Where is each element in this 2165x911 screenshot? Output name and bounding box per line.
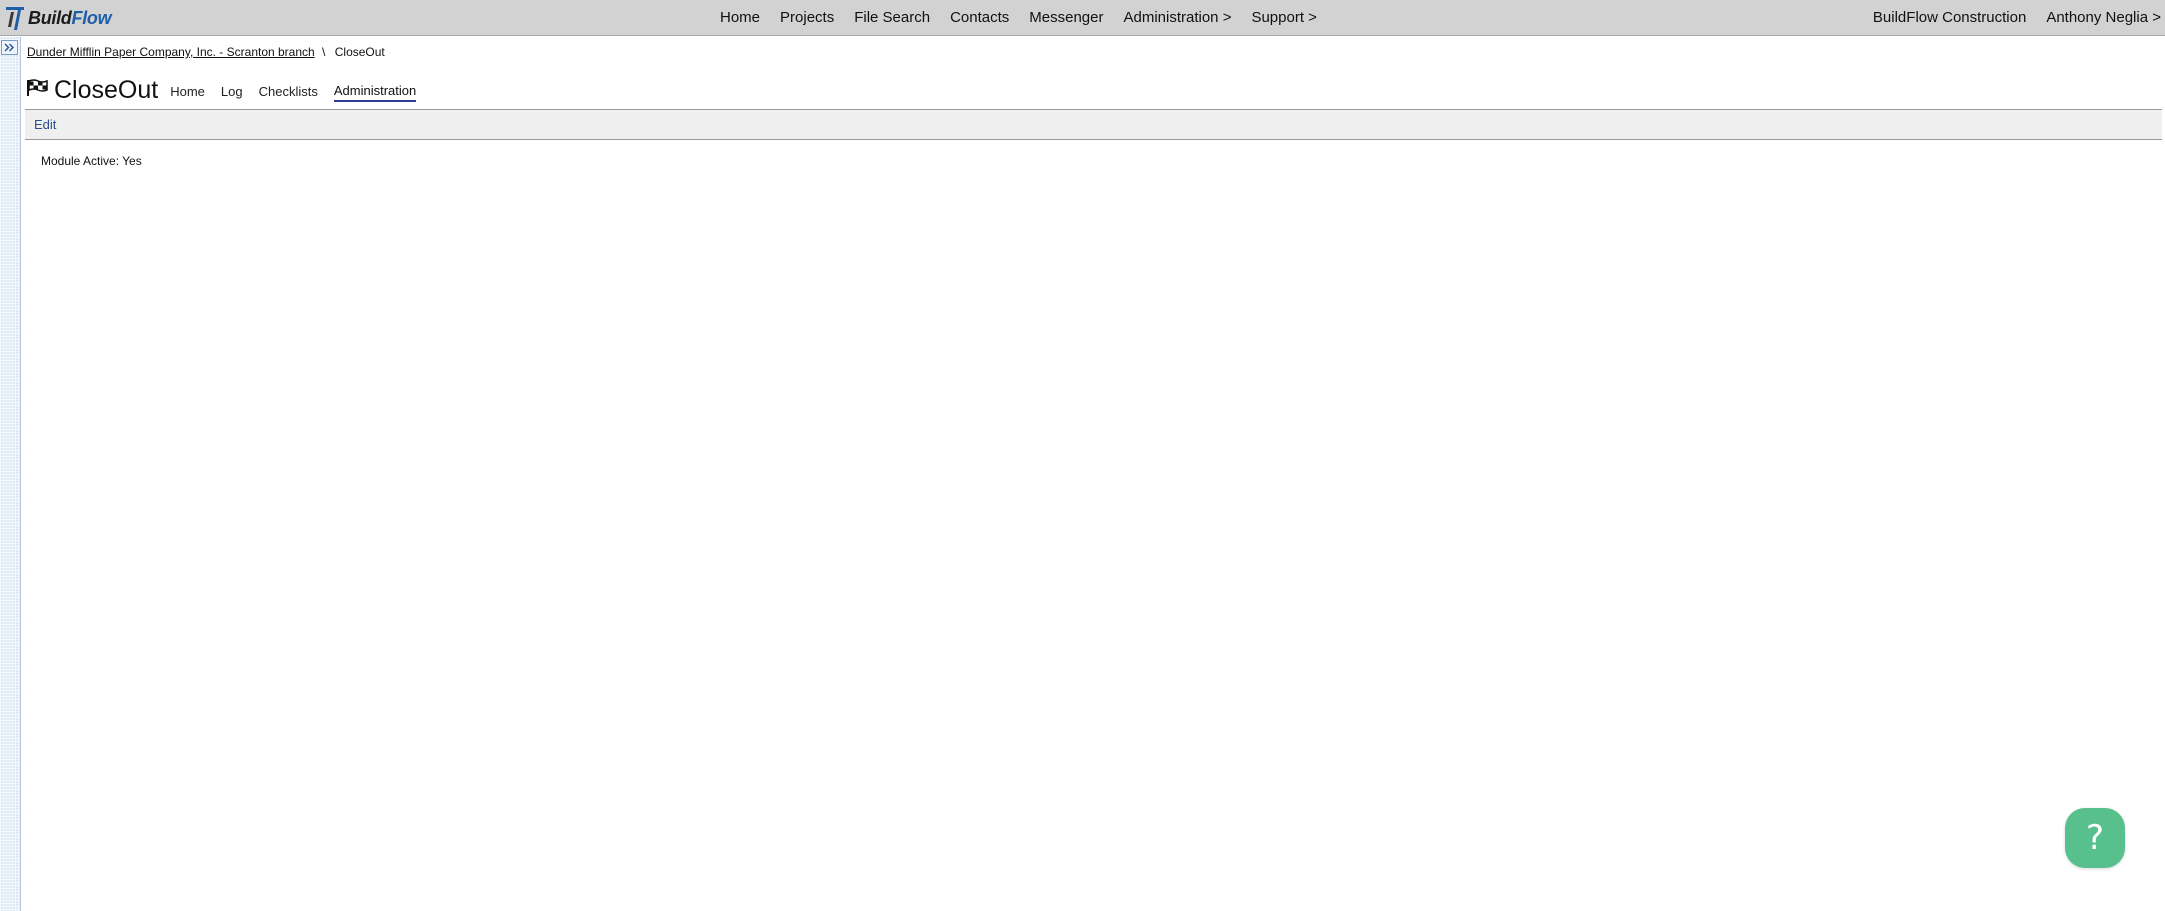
question-mark-icon: ? bbox=[2085, 818, 2105, 858]
brand-name-part1: Build bbox=[28, 7, 72, 28]
nav-projects[interactable]: Projects bbox=[780, 9, 834, 26]
brand-name: BuildFlow bbox=[28, 7, 112, 29]
buildflow-logo-icon bbox=[4, 5, 26, 31]
main-content: Dunder Mifflin Paper Company, Inc. - Scr… bbox=[22, 37, 2165, 911]
edit-button[interactable]: Edit bbox=[34, 117, 56, 132]
module-active-field: Module Active: Yes bbox=[41, 154, 142, 168]
breadcrumb-separator: \ bbox=[322, 45, 326, 59]
nav-home[interactable]: Home bbox=[720, 9, 760, 26]
top-navigation-bar: BuildFlow Home Projects File Search Cont… bbox=[0, 0, 2165, 36]
tab-home[interactable]: Home bbox=[170, 80, 205, 101]
nav-support[interactable]: Support > bbox=[1251, 9, 1316, 26]
nav-administration[interactable]: Administration > bbox=[1123, 9, 1231, 26]
breadcrumb: Dunder Mifflin Paper Company, Inc. - Scr… bbox=[27, 45, 385, 59]
checkered-flag-icon bbox=[26, 78, 48, 102]
nav-file-search[interactable]: File Search bbox=[854, 9, 930, 26]
nav-contacts[interactable]: Contacts bbox=[950, 9, 1009, 26]
breadcrumb-current: CloseOut bbox=[334, 45, 385, 59]
tab-administration[interactable]: Administration bbox=[333, 79, 417, 102]
expand-sidebar-button[interactable] bbox=[1, 40, 18, 55]
tab-checklists[interactable]: Checklists bbox=[259, 80, 318, 101]
collapsed-sidebar bbox=[0, 37, 21, 911]
tab-log[interactable]: Log bbox=[221, 80, 243, 101]
buildflow-logo[interactable]: BuildFlow bbox=[4, 4, 112, 32]
account-navigation: BuildFlow Construction Anthony Neglia > bbox=[1853, 0, 2161, 35]
help-button[interactable]: ? bbox=[2065, 808, 2125, 868]
page-title: CloseOut bbox=[54, 75, 159, 104]
module-header: CloseOut Home Log Checklists Administrat… bbox=[26, 73, 432, 107]
double-chevron-right-icon bbox=[4, 39, 15, 57]
nav-messenger[interactable]: Messenger bbox=[1029, 9, 1103, 26]
brand-name-part2: Flow bbox=[71, 7, 112, 28]
user-menu[interactable]: Anthony Neglia > bbox=[2046, 9, 2161, 26]
action-toolbar: Edit bbox=[25, 109, 2162, 140]
company-switcher[interactable]: BuildFlow Construction bbox=[1873, 9, 2026, 26]
main-navigation: Home Projects File Search Contacts Messe… bbox=[720, 0, 1337, 35]
breadcrumb-project-link[interactable]: Dunder Mifflin Paper Company, Inc. - Scr… bbox=[27, 45, 315, 59]
